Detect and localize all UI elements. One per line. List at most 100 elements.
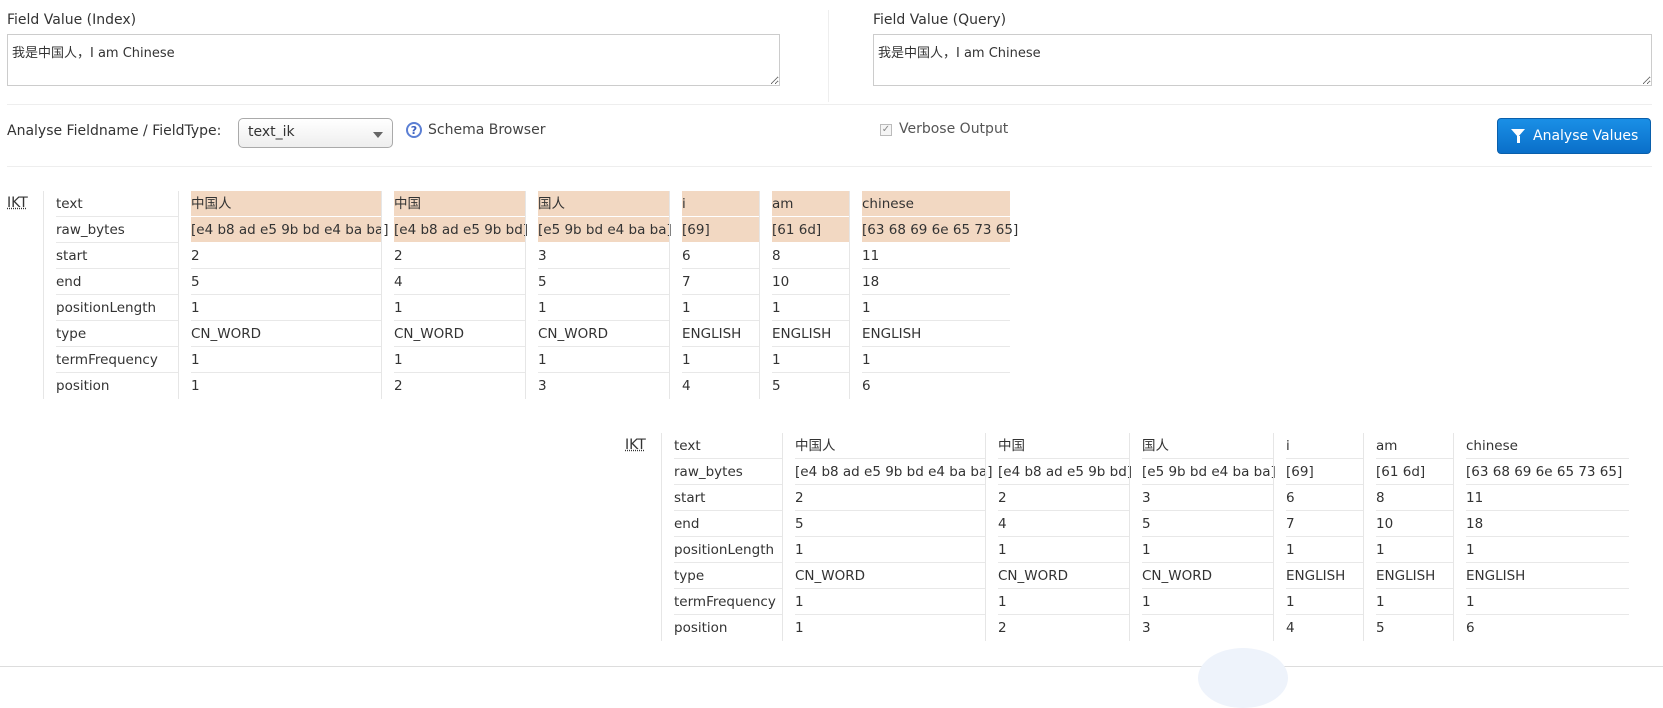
token-type: CN_WORD bbox=[795, 563, 985, 589]
token-text: am bbox=[1376, 433, 1453, 459]
token-column: i [69] 6 7 1 ENGLISH 1 4 bbox=[669, 191, 759, 399]
row-label-raw_bytes: raw_bytes bbox=[674, 459, 782, 485]
token-type: CN_WORD bbox=[394, 321, 525, 347]
token-end: 18 bbox=[1466, 511, 1629, 537]
token-positionLength: 1 bbox=[998, 537, 1129, 563]
row-label-positionLength: positionLength bbox=[674, 537, 782, 563]
token-termFrequency: 1 bbox=[1142, 589, 1273, 615]
token-text: 国人 bbox=[1142, 433, 1273, 459]
row-label-end: end bbox=[56, 269, 178, 295]
help-icon[interactable]: ? bbox=[406, 122, 422, 138]
token-text: 中国 bbox=[998, 433, 1129, 459]
token-start: 2 bbox=[394, 243, 525, 269]
token-positionLength: 1 bbox=[772, 295, 849, 321]
token-end: 18 bbox=[862, 269, 1010, 295]
row-label-position: position bbox=[56, 378, 110, 394]
token-termFrequency: 1 bbox=[538, 347, 669, 373]
token-position: 1 bbox=[191, 378, 200, 394]
token-start: 2 bbox=[191, 243, 381, 269]
token-type: ENGLISH bbox=[1466, 563, 1629, 589]
index-field-input[interactable]: 我是中国人，I am Chinese bbox=[7, 34, 780, 86]
token-end: 7 bbox=[682, 269, 759, 295]
analyse-values-button[interactable]: Analyse Values bbox=[1497, 118, 1651, 154]
token-end: 5 bbox=[795, 511, 985, 537]
token-start: 3 bbox=[538, 243, 669, 269]
token-raw_bytes: [e4 b8 ad e5 9b bd e4 ba ba] bbox=[795, 459, 993, 485]
row-label-position: position bbox=[674, 620, 728, 636]
token-position: 3 bbox=[1142, 620, 1151, 636]
token-position: 5 bbox=[1376, 620, 1385, 636]
verbose-output-label: Verbose Output bbox=[899, 121, 1009, 137]
token-start: 3 bbox=[1142, 485, 1273, 511]
token-end: 7 bbox=[1286, 511, 1363, 537]
analyzer-name[interactable]: IKT bbox=[625, 437, 646, 453]
token-position: 1 bbox=[795, 620, 804, 636]
token-start: 8 bbox=[1376, 485, 1453, 511]
scroll-indicator bbox=[1198, 648, 1288, 708]
fieldtype-label: Analyse Fieldname / FieldType: bbox=[7, 123, 222, 139]
token-type: CN_WORD bbox=[998, 563, 1129, 589]
token-termFrequency: 1 bbox=[998, 589, 1129, 615]
token-position: 3 bbox=[538, 378, 547, 394]
token-start: 2 bbox=[795, 485, 985, 511]
token-type: CN_WORD bbox=[1142, 563, 1273, 589]
token-raw_bytes: [63 68 69 6e 65 73 65] bbox=[1466, 459, 1629, 485]
token-raw_bytes: [69] bbox=[682, 217, 759, 243]
token-column: i [69] 6 7 1 ENGLISH 1 4 bbox=[1273, 433, 1363, 641]
token-text: 国人 bbox=[538, 191, 669, 217]
token-position: 6 bbox=[862, 378, 871, 394]
token-positionLength: 1 bbox=[795, 537, 985, 563]
token-termFrequency: 1 bbox=[772, 347, 849, 373]
query-field-label: Field Value (Query) bbox=[873, 12, 1007, 28]
token-column: 中国人 [e4 b8 ad e5 9b bd e4 ba ba] 2 5 1 CN_WOR… bbox=[178, 191, 389, 399]
token-start: 6 bbox=[1286, 485, 1363, 511]
index-analysis-table: IKT text raw_bytes start end positionLength ty… bbox=[7, 191, 1037, 399]
fieldtype-selected-value: text_ik bbox=[248, 124, 295, 140]
token-positionLength: 1 bbox=[1466, 537, 1629, 563]
token-positionLength: 1 bbox=[191, 295, 381, 321]
page-bottom-border bbox=[0, 666, 1663, 667]
analyzer-name[interactable]: IKT bbox=[7, 195, 28, 211]
divider bbox=[7, 104, 1652, 105]
token-termFrequency: 1 bbox=[1286, 589, 1363, 615]
query-field-input[interactable]: 我是中国人，I am Chinese bbox=[873, 34, 1652, 86]
row-label-text: text bbox=[674, 433, 782, 459]
token-end: 5 bbox=[538, 269, 669, 295]
verbose-output-checkbox[interactable]: ✓ bbox=[880, 124, 892, 136]
row-label-raw_bytes: raw_bytes bbox=[56, 217, 178, 243]
token-type: ENGLISH bbox=[1376, 563, 1453, 589]
divider bbox=[7, 166, 1652, 167]
token-start: 6 bbox=[682, 243, 759, 269]
token-text: i bbox=[682, 191, 759, 217]
token-raw_bytes: [e5 9b bd e4 ba ba] bbox=[1142, 459, 1276, 485]
token-text: chinese bbox=[862, 191, 1010, 217]
token-position: 6 bbox=[1466, 620, 1475, 636]
fieldtype-select[interactable]: text_ik bbox=[238, 118, 393, 148]
token-position: 2 bbox=[394, 378, 403, 394]
row-label-termFrequency: termFrequency bbox=[674, 589, 782, 615]
token-positionLength: 1 bbox=[394, 295, 525, 321]
token-type: CN_WORD bbox=[538, 321, 669, 347]
token-column: am [61 6d] 8 10 1 ENGLISH 1 5 bbox=[1363, 433, 1453, 641]
token-end: 10 bbox=[1376, 511, 1453, 537]
index-field-label: Field Value (Index) bbox=[7, 12, 137, 28]
token-text: 中国 bbox=[394, 191, 525, 217]
row-label-text: text bbox=[56, 191, 178, 217]
token-start: 11 bbox=[1466, 485, 1629, 511]
token-end: 10 bbox=[772, 269, 849, 295]
token-type: ENGLISH bbox=[682, 321, 759, 347]
token-termFrequency: 1 bbox=[862, 347, 1010, 373]
schema-browser-link[interactable]: Schema Browser bbox=[428, 122, 545, 138]
token-column: chinese [63 68 69 6e 65 73 65] 11 18 1 ENGLIS… bbox=[1453, 433, 1629, 641]
token-termFrequency: 1 bbox=[1376, 589, 1453, 615]
row-label-column: text raw_bytes start end positionLength type t… bbox=[43, 191, 178, 399]
token-end: 4 bbox=[998, 511, 1129, 537]
token-type: CN_WORD bbox=[191, 321, 381, 347]
token-termFrequency: 1 bbox=[1466, 589, 1629, 615]
row-label-start: start bbox=[56, 243, 178, 269]
token-start: 2 bbox=[998, 485, 1129, 511]
token-end: 5 bbox=[1142, 511, 1273, 537]
token-text: i bbox=[1286, 433, 1363, 459]
token-text: 中国人 bbox=[795, 433, 985, 459]
token-termFrequency: 1 bbox=[191, 347, 381, 373]
